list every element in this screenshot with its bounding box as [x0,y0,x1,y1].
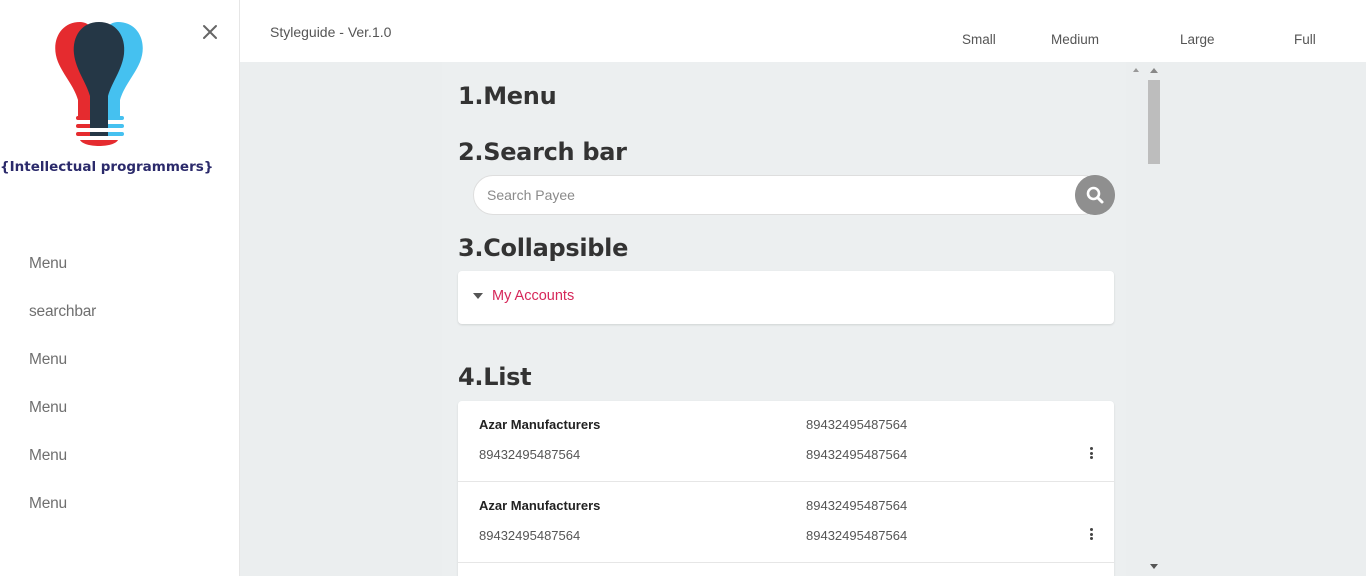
search-icon[interactable] [1075,175,1115,215]
payee-name: Azar Manufacturers [479,498,601,513]
lightbulb-logo-icon [55,22,143,146]
scroll-up-icon[interactable] [1150,68,1158,73]
caret-down-icon [473,293,483,299]
section-title-menu: 1.Menu [458,82,557,110]
sidebar-item-menu[interactable]: Menu [29,348,96,396]
close-icon[interactable] [200,22,220,42]
section-title-search: 2.Search bar [458,138,627,166]
size-large-option[interactable]: Large [1180,32,1215,47]
size-full-option[interactable]: Full [1294,32,1316,47]
sidebar: {Intellectual programmers} Menu searchba… [0,0,240,576]
collapsible-label: My Accounts [492,288,575,304]
more-vertical-icon[interactable] [1086,528,1096,542]
sidebar-item-menu[interactable]: Menu [29,444,96,492]
payee-detail: 89432495487564 [806,528,908,543]
payee-detail: 89432495487564 [806,498,908,513]
styleguide-content: 1.Menu 2.Search bar 3.Collapsible My Acc… [442,62,1126,576]
list-item[interactable]: Azar Manufacturers 89432495487564 894324… [458,401,1114,482]
payee-name: Azar Manufacturers [479,417,601,432]
search-input[interactable] [473,175,1103,215]
brand-name: {Intellectual programmers} [0,159,214,175]
collapsible-my-accounts[interactable]: My Accounts [458,271,1114,324]
inner-scroll-up-icon[interactable] [1133,68,1139,72]
scrollbar[interactable] [1146,62,1162,576]
search-bar [473,175,1115,215]
payee-detail: 89432495487564 [806,447,908,462]
payee-account: 89432495487564 [479,528,581,543]
sidebar-item-menu[interactable]: Menu [29,396,96,444]
section-title-collapsible: 3.Collapsible [458,234,629,262]
payee-list: Azar Manufacturers 89432495487564 894324… [458,401,1114,576]
more-vertical-icon[interactable] [1086,447,1096,461]
payee-account: 89432495487564 [479,447,581,462]
page-title: Styleguide - Ver.1.0 [270,24,392,40]
sidebar-item-menu[interactable]: Menu [29,252,96,300]
section-title-list: 4.List [458,363,532,391]
list-item[interactable]: Azar Manufacturers 89432495487564 894324… [458,482,1114,563]
top-bar: Styleguide - Ver.1.0 Small Medium Large … [240,0,1366,62]
scroll-down-icon[interactable] [1150,564,1158,569]
size-small-option[interactable]: Small [962,32,996,47]
payee-detail: 89432495487564 [806,417,908,432]
sidebar-item-searchbar[interactable]: searchbar [29,300,96,348]
sidebar-item-menu[interactable]: Menu [29,492,96,540]
size-medium-option[interactable]: Medium [1051,32,1099,47]
scrollbar-thumb[interactable] [1148,80,1160,164]
sidebar-nav: Menu searchbar Menu Menu Menu Menu [29,252,96,540]
